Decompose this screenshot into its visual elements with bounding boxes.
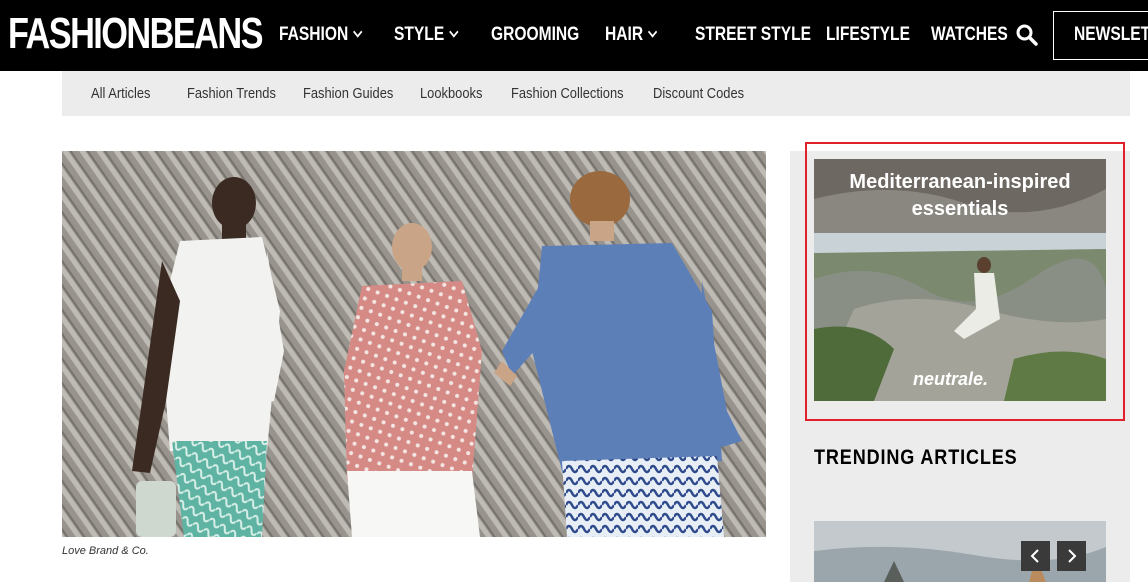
search-icon[interactable] xyxy=(1016,24,1038,46)
subnav-item-all-articles[interactable]: All Articles xyxy=(91,71,151,116)
nav-item-label: WATCHES xyxy=(931,24,1008,45)
nav-item-label: STREET STYLE xyxy=(695,24,812,45)
chevron-right-icon xyxy=(1068,549,1077,563)
site-logo[interactable]: FASHIONBEANS xyxy=(8,6,264,62)
ad-headline: Mediterranean-inspired essentials xyxy=(849,171,1071,220)
nav-item-label: FASHION xyxy=(279,24,349,45)
subnav-item-lookbooks[interactable]: Lookbooks xyxy=(420,71,482,116)
nav-item-grooming[interactable]: GROOMING xyxy=(491,22,579,48)
trending-articles-heading: TRENDING ARTICLES xyxy=(814,446,1018,469)
chevron-down-icon xyxy=(648,26,658,38)
nav-item-fashion[interactable]: FASHION xyxy=(279,22,363,48)
nav-item-street-style[interactable]: STREET STYLE xyxy=(695,22,811,48)
nav-item-label: LIFESTYLE xyxy=(826,24,910,45)
hero-caption: Love Brand & Co. xyxy=(62,545,149,557)
hero-image[interactable] xyxy=(62,151,766,537)
nav-item-label: GROOMING xyxy=(491,24,580,45)
top-navigation-bar: FASHIONBEANS FASHION STYLE GROOMING HAIR… xyxy=(0,0,1148,71)
hero-photo-illustration xyxy=(62,151,766,537)
carousel-next-button[interactable] xyxy=(1057,541,1086,571)
chevron-down-icon xyxy=(353,26,363,38)
nav-item-watches[interactable]: WATCHES xyxy=(931,22,1008,48)
nav-item-hair[interactable]: HAIR xyxy=(605,22,658,48)
subnav-item-fashion-collections[interactable]: Fashion Collections xyxy=(511,71,624,116)
subnav-item-fashion-guides[interactable]: Fashion Guides xyxy=(303,71,393,116)
subnav-item-fashion-trends[interactable]: Fashion Trends xyxy=(187,71,276,116)
sub-navigation: All Articles Fashion Trends Fashion Guid… xyxy=(62,71,1130,116)
nav-item-style[interactable]: STYLE xyxy=(394,22,459,48)
newsletter-label: NEWSLETTER xyxy=(1074,24,1148,45)
newsletter-button[interactable]: NEWSLETTER xyxy=(1053,11,1148,60)
carousel-prev-button[interactable] xyxy=(1021,541,1050,571)
subnav-item-discount-codes[interactable]: Discount Codes xyxy=(653,71,744,116)
chevron-left-icon xyxy=(1030,549,1039,563)
sidebar-advertisement[interactable]: Mediterranean-inspired essentials neutra… xyxy=(814,159,1106,401)
nav-item-label: HAIR xyxy=(605,24,644,45)
nav-item-label: STYLE xyxy=(394,24,445,45)
chevron-down-icon xyxy=(449,26,459,38)
ad-brand-name: neutrale. xyxy=(913,369,989,389)
nav-item-lifestyle[interactable]: LIFESTYLE xyxy=(826,22,910,48)
